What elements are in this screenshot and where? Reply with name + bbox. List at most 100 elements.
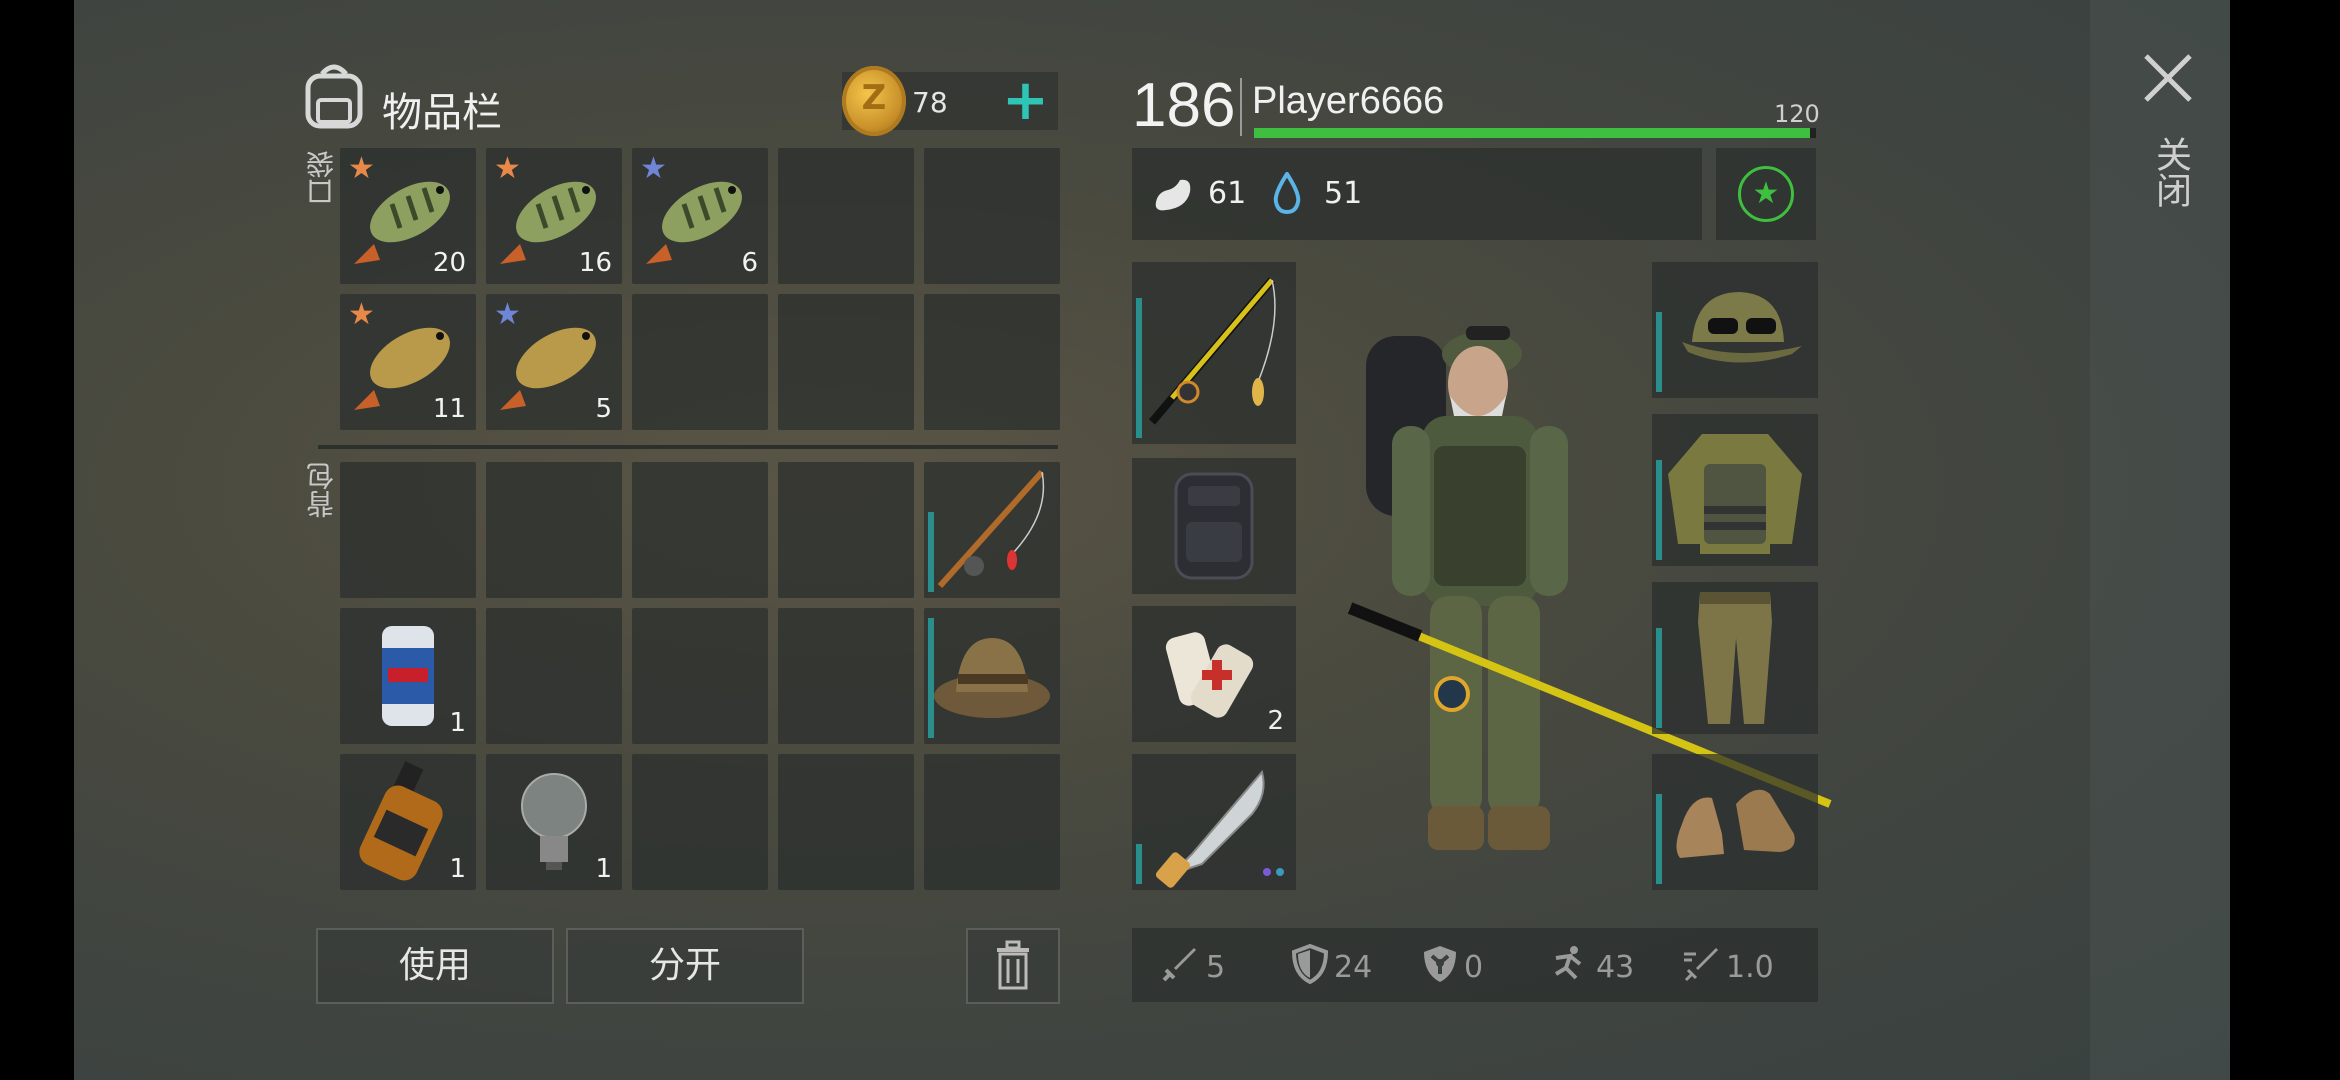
xp-bar-fill [1254,128,1811,138]
equip-slot-weapon[interactable] [1132,262,1296,444]
sword-icon [1162,948,1196,982]
backpack-slot-empty[interactable] [486,608,622,744]
equip-slot-legs[interactable] [1652,582,1818,734]
pocket-slot-empty[interactable] [778,294,914,430]
pocket-slot-empty[interactable] [778,148,914,284]
bandage-count: 2 [1267,706,1284,736]
attack-speed-value: 1.0 [1726,950,1774,985]
split-button[interactable]: 分开 [566,928,804,1004]
durability-bar [1136,298,1142,438]
item-count: 20 [432,248,466,278]
hunger-value: 61 [1208,176,1247,211]
item-count: 11 [432,394,466,424]
durability-bar [928,512,934,592]
trash-icon [997,940,1029,990]
player-level: 186 [1132,71,1236,140]
pocket-slot-empty[interactable] [924,148,1060,284]
item-dots [1262,861,1284,880]
backpack-slot-empty[interactable] [924,754,1060,890]
attack-value: 5 [1206,950,1226,985]
pocket-label: 口袋 [305,150,338,206]
stomach-icon [1155,179,1191,211]
star-icon: ★ [1738,166,1794,222]
equip-slot-body[interactable] [1652,414,1818,566]
backpack-slot-empty[interactable] [632,462,768,598]
pocket-slot-perch[interactable]: ★ 20 [340,148,476,284]
pocket-slot-carp[interactable]: ★ 11 [340,294,476,430]
inventory-title: 物品栏 [382,90,502,136]
durability-bar [1656,460,1662,560]
camo-pants-icon [1698,592,1772,724]
backpack-item-icon [1174,472,1254,580]
equip-slot-feet[interactable] [1652,754,1818,890]
backpack-slot-whiskey-bottle[interactable]: 1 [340,754,476,890]
pocket-slot-carp[interactable]: ★ 5 [486,294,622,430]
trash-button[interactable] [966,928,1060,1004]
rarity-star-icon: ★ [494,297,521,332]
fishing-hat-icon [934,638,1050,718]
item-count: 16 [578,248,612,278]
durability-bar [1656,312,1662,392]
backpack-slot-beer-can[interactable]: 1 [340,608,476,744]
rarity-star-icon: ★ [348,151,375,186]
equip-slot-melee[interactable] [1132,754,1296,890]
coin-icon: Z [842,66,906,136]
equip-slot-backpack[interactable] [1132,458,1296,594]
backpack-label: 背包 [305,462,338,518]
item-count: 1 [449,708,466,738]
running-icon [1554,946,1582,980]
speed-value: 43 [1596,950,1635,985]
fishing-rod-icon [1148,277,1276,425]
section-divider [318,445,1058,449]
boots-icon [1676,789,1795,858]
backpack-slot-fishing-hat[interactable] [924,608,1060,744]
equip-slot-medical[interactable]: 2 [1132,606,1296,742]
xp-label: 120 [1774,100,1820,128]
armor-value: 24 [1334,950,1373,985]
close-icon[interactable] [2140,50,2196,106]
add-coins-button[interactable]: + [1002,72,1049,130]
rarity-star-icon: ★ [348,297,375,332]
perk-button[interactable]: ★ [1716,148,1816,240]
item-count: 1 [595,854,612,884]
item-count: 1 [449,854,466,884]
rarity-star-icon: ★ [494,151,521,186]
durability-bar [1656,794,1662,884]
thirst-value: 51 [1324,176,1363,211]
shield-icon [1291,944,1329,984]
use-button[interactable]: 使用 [316,928,554,1004]
pocket-slot-empty[interactable] [924,294,1060,430]
radiation-value: 0 [1464,950,1484,985]
backpack-slot-light-bulb[interactable]: 1 [486,754,622,890]
pocket-slot-perch[interactable]: ★ 16 [486,148,622,284]
backpack-slot-empty[interactable] [778,608,914,744]
backpack-slot-empty[interactable] [486,462,622,598]
survival-stats: 61 51 [1132,148,1702,240]
camo-cap-icon [1682,292,1802,363]
close-label[interactable]: 关闭 [2144,136,2196,208]
fishing-rod-icon [937,469,1045,589]
item-count: 5 [595,394,612,424]
durability-bar [1656,628,1662,728]
backpack-slot-empty[interactable] [778,462,914,598]
backpack-slot-fishing-rod[interactable] [924,462,1060,598]
pocket-slot-empty[interactable] [632,294,768,430]
durability-bar [928,618,934,738]
backpack-slot-empty[interactable] [632,608,768,744]
backpack-slot-empty[interactable] [340,462,476,598]
backpack-icon [305,64,363,129]
camo-jacket-icon [1668,434,1802,554]
attack-speed-icon [1684,948,1718,982]
equip-slot-head[interactable] [1652,262,1818,398]
coin-count: 78 [912,86,948,119]
player-name: Player6666 [1252,80,1445,122]
pocket-slot-perch[interactable]: ★ 6 [632,148,768,284]
water-drop-icon [1273,172,1301,214]
radiation-shield-icon [1424,946,1456,982]
rarity-star-icon: ★ [640,151,667,186]
durability-bar [1136,844,1142,884]
item-count: 6 [741,248,758,278]
xp-bar [1254,128,1816,138]
backpack-slot-empty[interactable] [632,754,768,890]
backpack-slot-empty[interactable] [778,754,914,890]
